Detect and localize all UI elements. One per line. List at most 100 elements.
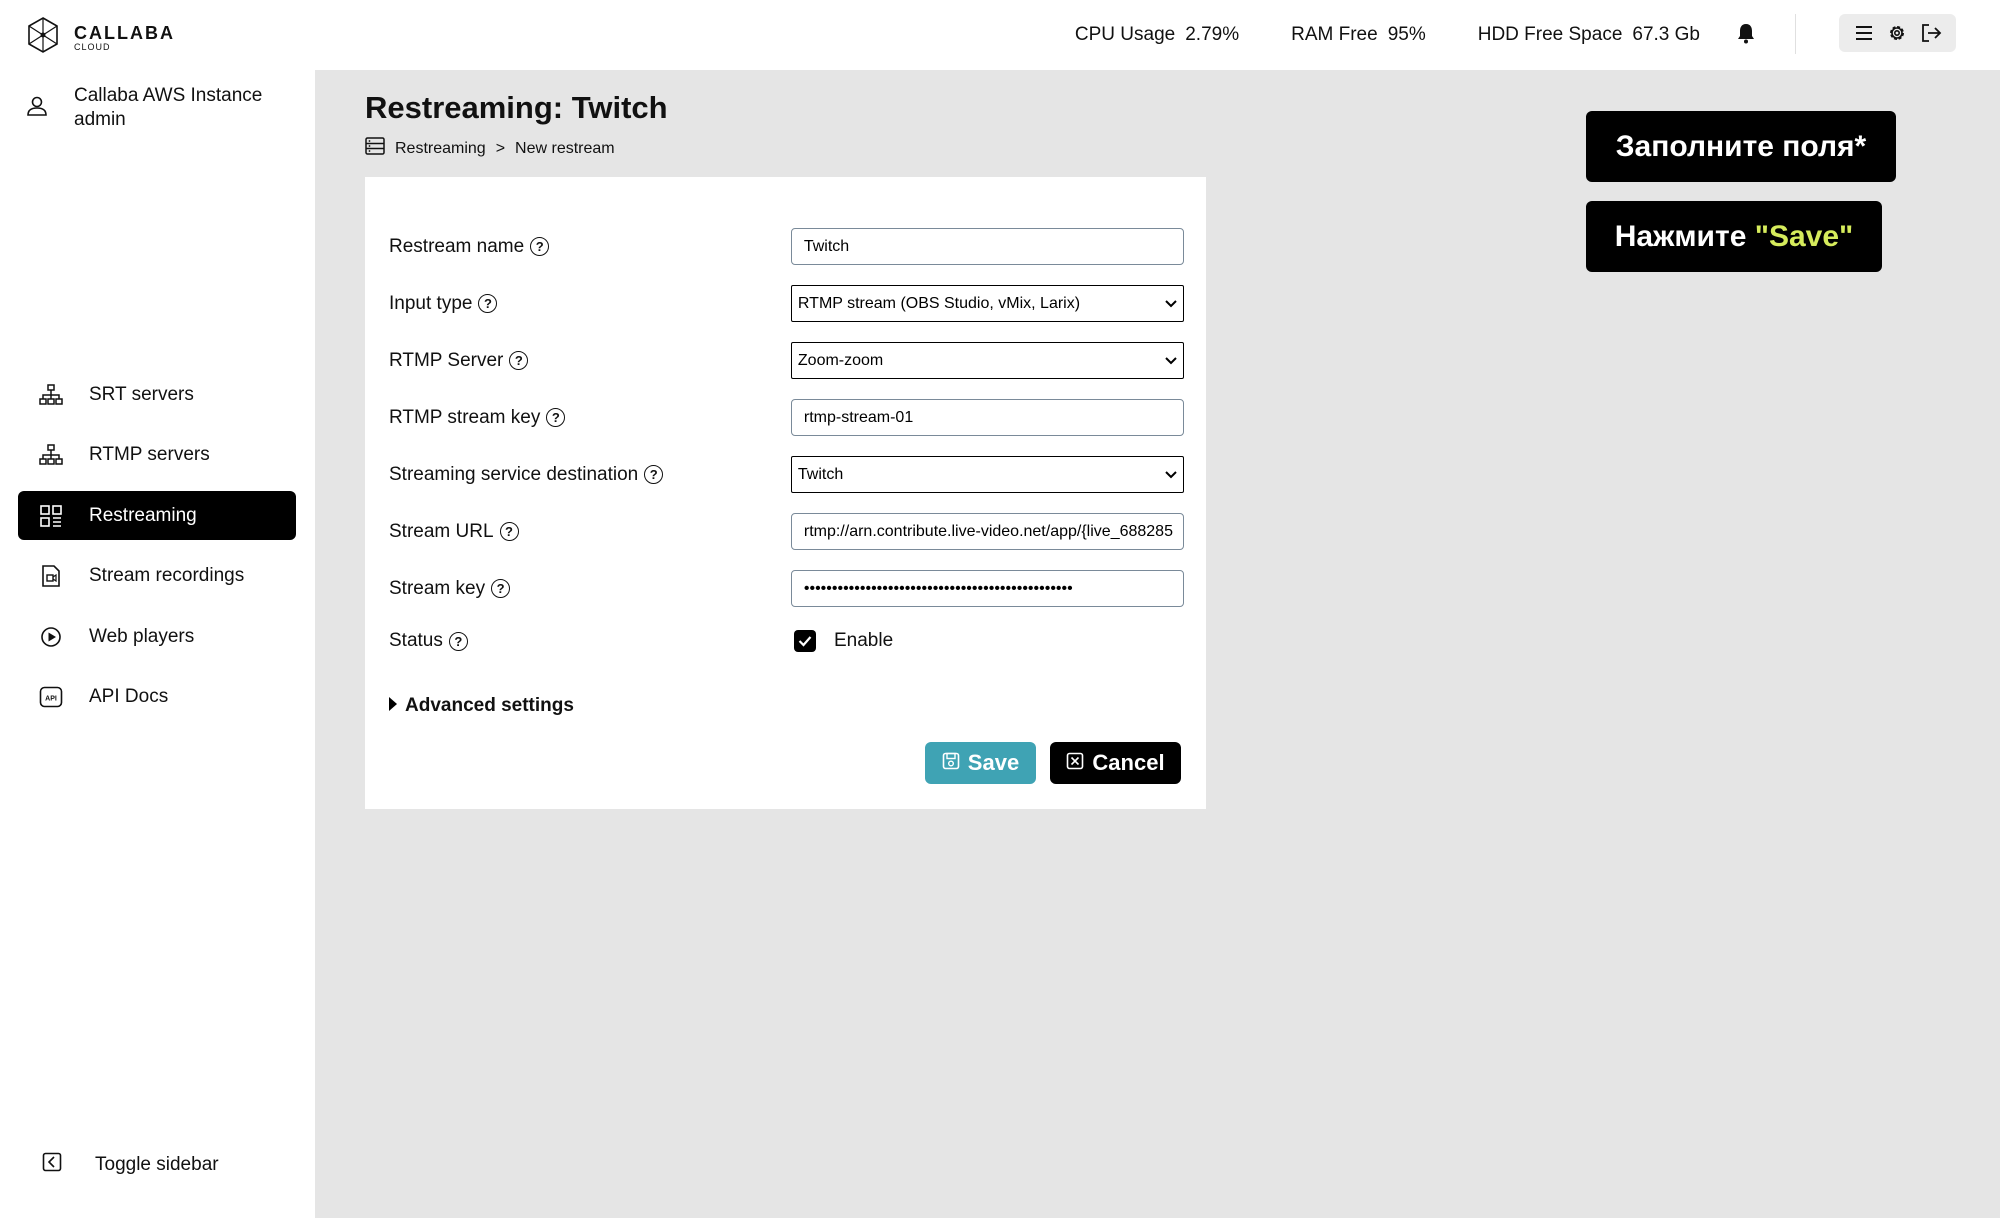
file-video-icon — [38, 563, 64, 589]
sidebar-item-label: API Docs — [89, 686, 169, 707]
hdd-label: HDD Free Space — [1477, 24, 1623, 45]
cpu-value: 2.79% — [1185, 24, 1240, 45]
stream-key-input[interactable]: ••••••••••••••••••••••••••••••••••••••••… — [790, 570, 1184, 607]
status-row: Status? Enable — [389, 630, 1184, 652]
cpu-label: CPU Usage — [1074, 24, 1176, 45]
stream-url-row: Stream URL? rtmp://arn.contribute.live-v… — [389, 513, 1184, 550]
help-icon[interactable]: ? — [448, 631, 468, 651]
breadcrumb-new-restream: New restream — [515, 139, 615, 157]
status-checkbox[interactable] — [794, 630, 816, 652]
brand-logo[interactable]: CALLABA CLOUD — [26, 16, 175, 59]
sidebar-item-srt-servers[interactable]: SRT servers — [18, 370, 296, 419]
ram-value: 95% — [1387, 24, 1426, 45]
divider — [1795, 14, 1796, 54]
help-icon[interactable]: ? — [499, 522, 519, 541]
play-circle-icon — [38, 624, 64, 650]
rtmp-server-value: Zoom-zoom — [797, 351, 884, 369]
fill-fields-callout: Заполните поля* — [1586, 111, 1896, 182]
logo-icon — [26, 16, 60, 59]
restream-name-input[interactable]: Twitch — [790, 228, 1184, 265]
enable-label: Enable — [834, 630, 894, 651]
stream-url-input[interactable]: rtmp://arn.contribute.live-video.net/app… — [790, 513, 1184, 550]
collapse-icon — [42, 1152, 62, 1178]
help-icon[interactable]: ? — [478, 294, 498, 313]
advanced-settings-toggle[interactable]: Advanced settings — [389, 695, 574, 717]
cancel-label: Cancel — [1092, 750, 1165, 775]
sidebar-item-label: RTMP servers — [89, 444, 210, 465]
sidebar-nav: SRT servers RTMP servers Restreaming Str… — [18, 370, 296, 733]
floppy-disk-icon — [942, 750, 960, 776]
page-title: Restreaming: Twitch — [365, 90, 668, 125]
toggle-sidebar-button[interactable]: Toggle sidebar — [42, 1152, 219, 1178]
user-info[interactable]: Callaba AWS Instance admin — [26, 84, 262, 132]
help-icon[interactable]: ? — [644, 465, 664, 484]
chevron-down-icon — [1165, 295, 1177, 313]
press-save-highlight: "Save" — [1754, 219, 1854, 253]
chevron-down-icon — [1165, 466, 1177, 484]
api-icon: API — [38, 684, 64, 710]
hdd-value: 67.3 Gb — [1632, 24, 1700, 45]
sidebar-item-label: Stream recordings — [89, 565, 245, 586]
rtmp-server-label: RTMP Server — [389, 349, 504, 371]
press-save-callout: Нажмите "Save" — [1586, 201, 1882, 272]
restream-icon — [38, 503, 64, 529]
sidebar-item-rtmp-servers[interactable]: RTMP servers — [18, 431, 296, 480]
rtmp-server-select[interactable]: Zoom-zoom — [790, 342, 1184, 379]
hdd-stat: HDD Free Space 67.3 Gb — [1478, 24, 1700, 46]
system-stats: CPU Usage 2.79% RAM Free 95% HDD Free Spac… — [1075, 0, 1700, 70]
destination-row: Streaming service destination? Twitch — [389, 456, 1184, 493]
help-icon[interactable]: ? — [491, 579, 511, 598]
close-box-icon — [1066, 750, 1084, 776]
save-button[interactable]: Save — [925, 742, 1036, 784]
caret-right-icon — [389, 695, 397, 717]
instance-name: Callaba AWS Instance — [74, 85, 263, 106]
rtmp-stream-key-row: RTMP stream key? rtmp-stream-01 — [389, 399, 1184, 436]
brand-sub: CLOUD — [74, 41, 111, 52]
rtmp-stream-key-input[interactable]: rtmp-stream-01 — [790, 399, 1184, 436]
top-bar: CPU Usage 2.79% RAM Free 95% HDD Free Spac… — [315, 0, 2000, 70]
destination-select[interactable]: Twitch — [790, 456, 1184, 493]
cpu-stat: CPU Usage 2.79% — [1075, 24, 1239, 46]
save-label: Save — [967, 750, 1020, 775]
cancel-button[interactable]: Cancel — [1050, 742, 1181, 784]
sidebar-item-web-players[interactable]: Web players — [18, 612, 296, 661]
input-type-row: Input type? RTMP stream (OBS Studio, vMi… — [389, 285, 1184, 322]
help-icon[interactable]: ? — [546, 408, 566, 427]
fill-fields-text: Заполните поля* — [1615, 129, 1867, 163]
chevron-down-icon — [1165, 352, 1177, 370]
restream-form: Restream name? Twitch Input type? RTMP s… — [365, 177, 1206, 809]
restream-name-row: Restream name? Twitch — [389, 228, 1184, 265]
input-type-select[interactable]: RTMP stream (OBS Studio, vMix, Larix) — [790, 285, 1184, 322]
breadcrumb-restreaming[interactable]: Restreaming — [395, 140, 486, 158]
help-icon[interactable]: ? — [509, 351, 529, 370]
bell-icon[interactable] — [1736, 22, 1756, 49]
sidebar-item-stream-recordings[interactable]: Stream recordings — [18, 552, 296, 601]
breadcrumb: Restreaming > New restream — [365, 137, 615, 160]
user-role: admin — [74, 109, 126, 130]
sidebar-item-label: Restreaming — [89, 504, 197, 526]
destination-label: Streaming service destination — [389, 463, 639, 485]
logout-icon[interactable] — [1920, 23, 1942, 43]
help-icon[interactable]: ? — [530, 237, 550, 256]
toggle-sidebar-label: Toggle sidebar — [95, 1154, 219, 1175]
sidebar-item-label: SRT servers — [89, 383, 194, 405]
sidebar: CALLABA CLOUD Callaba AWS Instance admin… — [0, 0, 315, 1218]
ram-label: RAM Free — [1291, 24, 1378, 45]
svg-text:API: API — [45, 696, 57, 703]
ram-stat: RAM Free 95% — [1291, 24, 1426, 46]
server-icon — [365, 137, 385, 160]
status-label: Status — [389, 630, 443, 651]
sidebar-item-restreaming[interactable]: Restreaming — [18, 491, 296, 540]
network-icon — [38, 382, 64, 408]
stream-url-label: Stream URL — [389, 520, 494, 542]
stream-key-row: Stream key? ••••••••••••••••••••••••••••… — [389, 570, 1184, 607]
destination-value: Twitch — [797, 465, 844, 483]
restream-name-label: Restream name — [389, 235, 525, 257]
sidebar-item-api-docs[interactable]: API API Docs — [18, 673, 296, 722]
gear-icon[interactable] — [1887, 23, 1907, 43]
stream-key-label: Stream key — [389, 577, 486, 599]
advanced-settings-label: Advanced settings — [405, 695, 574, 716]
rtmp-stream-key-label: RTMP stream key — [389, 406, 541, 428]
menu-icon[interactable] — [1854, 24, 1874, 42]
user-icon — [26, 95, 48, 122]
